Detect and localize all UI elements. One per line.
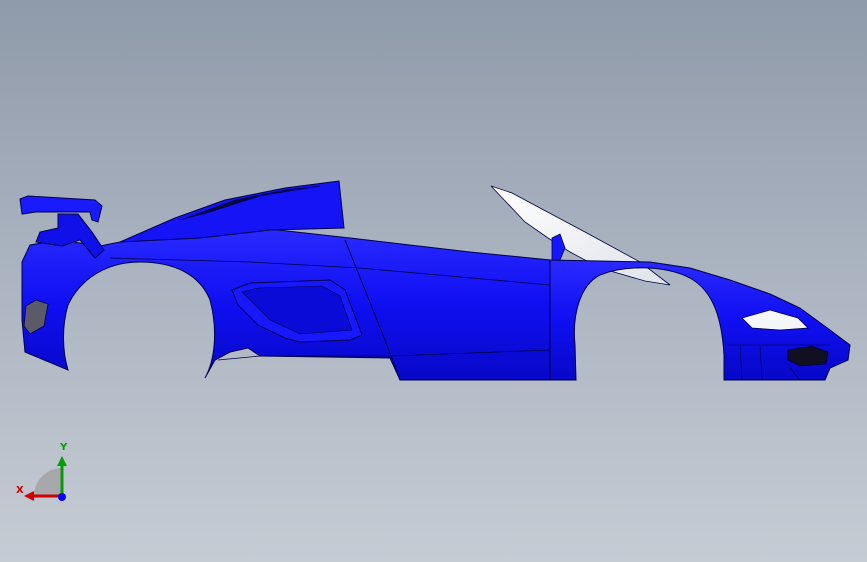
triad-z-axis bbox=[58, 493, 66, 501]
cad-3d-viewport[interactable]: Y X bbox=[0, 0, 867, 562]
coordinate-triad: Y X bbox=[12, 440, 74, 510]
y-axis-label: Y bbox=[60, 442, 68, 453]
x-axis-label: X bbox=[16, 485, 24, 496]
triad-y-arrow bbox=[57, 456, 67, 466]
triad-xy-plane bbox=[34, 468, 62, 496]
triad-x-arrow bbox=[24, 491, 34, 501]
car-body-model[interactable] bbox=[0, 0, 867, 562]
roof-panel[interactable] bbox=[119, 180, 345, 243]
